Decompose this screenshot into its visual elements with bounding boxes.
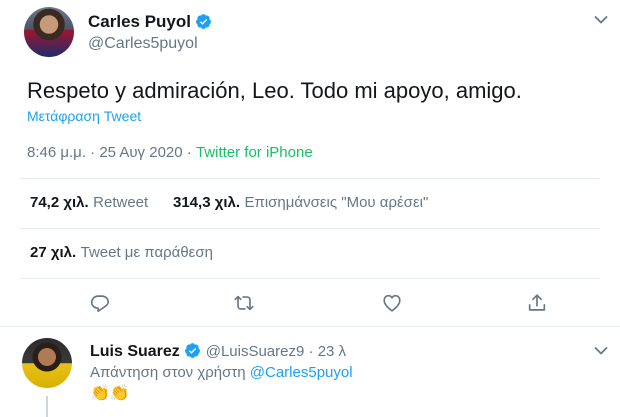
replying-to-row: Απάντηση στον χρήστη @Carles5puyol	[90, 364, 353, 381]
retweet-icon[interactable]	[233, 292, 255, 314]
likes-stat[interactable]: 314,3 χιλ. Επισημάνσεις "Μου αρέσει"	[173, 194, 428, 212]
divider	[20, 178, 600, 179]
quotes-count: 27 χιλ.	[30, 244, 77, 261]
chevron-down-icon[interactable]	[594, 15, 608, 25]
like-icon[interactable]	[381, 292, 403, 314]
author-name-row[interactable]: Carles Puyol	[88, 12, 212, 32]
reply-time[interactable]: 23 λ	[318, 343, 346, 360]
tweet-source[interactable]: Twitter for iPhone	[196, 144, 313, 161]
author-name[interactable]: Carles Puyol	[88, 12, 191, 31]
thread-line	[46, 396, 48, 417]
reply-text: 👏👏	[90, 385, 130, 402]
chevron-down-icon[interactable]	[594, 346, 608, 356]
share-icon[interactable]	[526, 292, 548, 314]
likes-count: 314,3 χιλ.	[173, 194, 241, 211]
likes-label: Επισημάνσεις "Μου αρέσει"	[244, 194, 429, 211]
retweets-stat[interactable]: 74,2 χιλ. Retweet	[30, 194, 148, 212]
reply-author-name[interactable]: Luis Suarez	[90, 343, 180, 360]
tweet-timestamp-row: 8:46 μ.μ. · 25 Αυγ 2020 · Twitter for iP…	[27, 144, 313, 161]
separator: ·	[182, 144, 196, 161]
replying-to-handle[interactable]: @Carles5puyol	[250, 364, 353, 381]
reply-author-handle[interactable]: @LuisSuarez9	[206, 343, 305, 360]
reply-header: Luis Suarez @LuisSuarez9 · 23 λ	[90, 342, 346, 361]
translate-tweet-link[interactable]: Μετάφραση Tweet	[27, 108, 141, 124]
author-handle[interactable]: @Carles5puyol	[88, 35, 198, 53]
reply-author-avatar[interactable]	[22, 338, 72, 388]
tweet-text: Respeto y admiración, Leo. Todo mi apoyo…	[27, 78, 522, 103]
quotes-stat[interactable]: 27 χιλ. Tweet με παράθεση	[30, 244, 213, 262]
retweets-count: 74,2 χιλ.	[30, 194, 89, 211]
divider	[20, 228, 600, 229]
divider	[20, 278, 600, 279]
divider	[0, 326, 620, 327]
tweet-time[interactable]: 8:46 μ.μ.	[27, 144, 86, 161]
separator: ·	[304, 343, 318, 360]
replying-label: Απάντηση στον χρήστη	[90, 364, 246, 381]
verified-badge-icon	[196, 14, 212, 29]
separator: ·	[85, 144, 100, 161]
retweets-label: Retweet	[93, 194, 149, 211]
reply-icon[interactable]	[89, 292, 111, 314]
quotes-label: Tweet με παράθεση	[80, 244, 213, 261]
author-avatar[interactable]	[24, 7, 74, 57]
verified-badge-icon	[185, 343, 201, 358]
tweet-date[interactable]: 25 Αυγ 2020	[99, 144, 182, 161]
